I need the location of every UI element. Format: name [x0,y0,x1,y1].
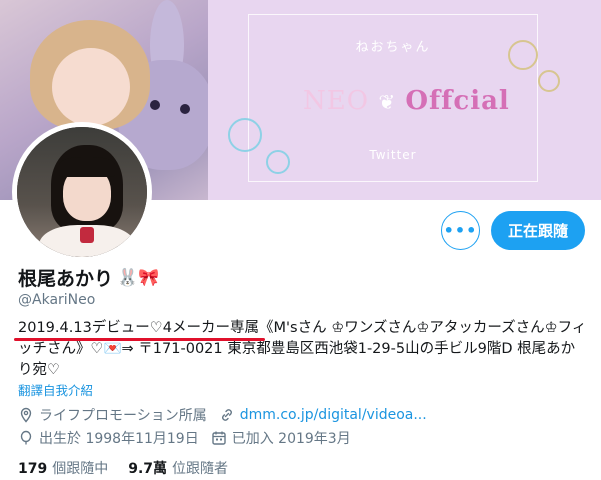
link-icon [221,409,232,421]
banner-title-official: Offcial [405,86,510,116]
followers-count: 9.7萬 [128,461,168,477]
birthday-text: 出生於 1998年11月19日 [39,431,199,447]
banner-caption: Twitter [369,148,417,162]
banner-title-neo: NEO [303,86,370,116]
translate-bio-link[interactable]: 翻譯自我介紹 [18,380,93,399]
profile-name-row: 根尾あかり 🐰🎀 [18,264,159,291]
calendar-icon [212,431,226,445]
balloon-icon [20,430,32,445]
website-link[interactable]: dmm.co.jp/digital/videoa... [240,407,427,423]
followers-label: 位跟隨者 [172,461,229,477]
profile-meta-row-1: ライフプロモーション所属 dmm.co.jp/digital/videoa... [18,405,439,425]
follow-stats: 179 個跟隨中 9.7萬 位跟隨者 [18,458,228,478]
flower-decoration-icon [266,150,290,174]
banner-title: NEO ❦ Offcial [303,86,510,116]
flower-decoration-icon [228,118,262,152]
location-item: ライフプロモーション所属 [18,405,207,425]
following-label: 個跟隨中 [52,461,109,477]
location-text: ライフプロモーション所属 [39,408,207,424]
avatar[interactable] [12,122,152,262]
profile-bio: 2019.4.13デビュー♡4メーカー専属《M'sさん ♔ワンズさん♔アタッカー… [18,318,588,381]
flower-decoration-icon [538,70,560,92]
following-button[interactable]: 正在跟隨 [491,211,585,250]
following-count: 179 [18,461,48,477]
joined-text: 已加入 2019年3月 [231,431,351,447]
banner-artwork: ねおちゃん NEO ❦ Offcial Twitter [208,0,601,200]
followers-stat[interactable]: 9.7萬 位跟隨者 [128,458,228,478]
bio-highlight: 2019.4.13デビュー♡4メーカー専属 [18,320,260,336]
name-emojis: 🐰🎀 [117,267,160,288]
banner-subtitle: ねおちゃん [355,40,431,55]
following-stat[interactable]: 179 個跟隨中 [18,458,108,478]
twitter-bird-icon: ❦ [378,90,397,114]
red-underline-annotation [14,338,265,341]
birthday-item: 出生於 1998年11月19日 [18,428,199,448]
display-name: 根尾あかり [18,268,114,290]
joined-item: 已加入 2019年3月 [211,428,351,448]
flower-decoration-icon [508,40,538,70]
location-pin-icon [20,407,32,423]
more-options-button[interactable]: ••• [441,211,480,250]
profile-meta-row-2: 出生於 1998年11月19日 已加入 2019年3月 [18,428,363,448]
website-item[interactable]: dmm.co.jp/digital/videoa... [219,407,427,423]
user-handle: @AkariNeo [18,292,96,308]
